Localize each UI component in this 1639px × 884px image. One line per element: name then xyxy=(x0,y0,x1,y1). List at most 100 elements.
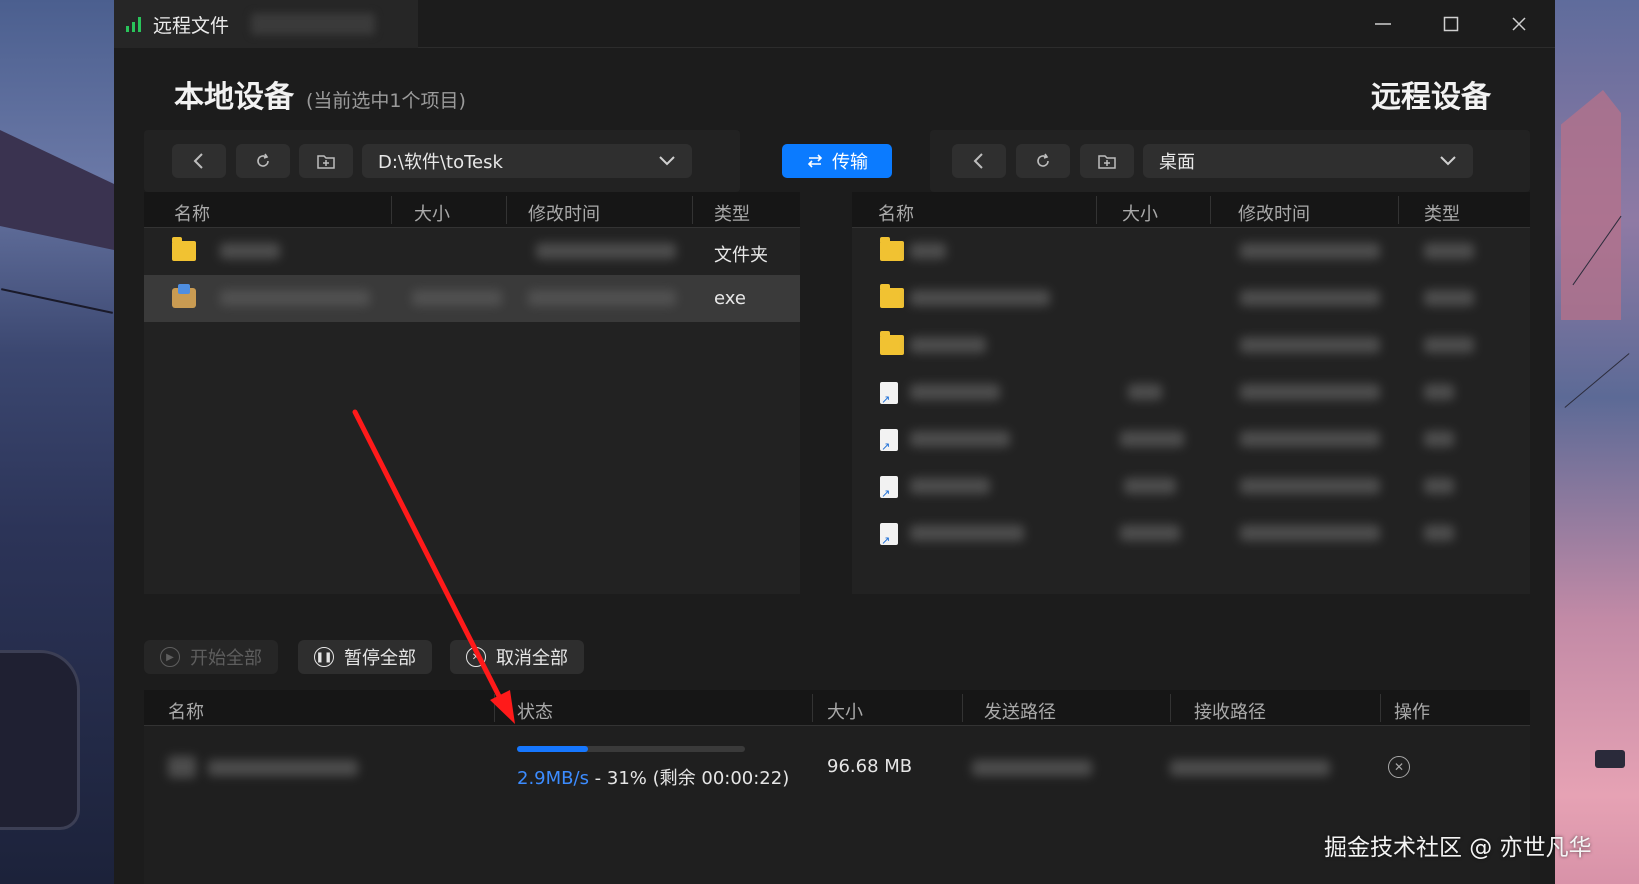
shortcut-icon xyxy=(880,523,898,547)
remote-back-button[interactable] xyxy=(952,144,1006,178)
remote-table-header: 名称 大小 修改时间 类型 xyxy=(852,192,1530,228)
transfer-row: 2.9MB/s - 31% (剩余 00:00:22) 96.68 MB ✕ xyxy=(144,726,1530,806)
redacted-type xyxy=(1424,384,1454,400)
file-row-selected[interactable]: exe xyxy=(144,275,800,322)
remote-file-window: 远程文件 本地设备 (当前选中1个项目) 远程设备 D:\软件\toTesk 传… xyxy=(114,0,1555,884)
chevron-down-icon xyxy=(659,156,675,166)
start-all-button[interactable]: ▶ 开始全部 xyxy=(144,640,278,674)
maximize-icon xyxy=(1443,16,1459,32)
file-row[interactable] xyxy=(852,275,1530,322)
redacted-filename xyxy=(910,478,990,494)
cancel-all-button[interactable]: ✕ 取消全部 xyxy=(450,640,584,674)
close-icon xyxy=(1512,17,1526,31)
wallpaper-building xyxy=(1561,90,1621,320)
wallpaper-car xyxy=(0,650,80,830)
redacted-receive-path xyxy=(1170,760,1330,776)
col-modified[interactable]: 修改时间 xyxy=(1238,200,1310,226)
wallpaper-streetlamp xyxy=(1595,750,1625,768)
transfer-button[interactable]: 传输 xyxy=(782,144,892,178)
queue-table-header: 名称 状态 大小 发送路径 接收路径 操作 xyxy=(144,690,1530,726)
col-modified[interactable]: 修改时间 xyxy=(528,200,600,226)
window-title: 远程文件 xyxy=(153,14,230,37)
chevron-down-icon xyxy=(1440,156,1456,166)
col-size[interactable]: 大小 xyxy=(414,200,450,226)
new-folder-icon xyxy=(1098,155,1116,169)
redacted-modified xyxy=(528,290,676,306)
redacted-size xyxy=(1120,431,1184,447)
cancel-transfer-icon[interactable]: ✕ xyxy=(1388,756,1410,778)
start-all-label: 开始全部 xyxy=(190,648,262,669)
redacted-modified xyxy=(1240,431,1380,447)
col-name[interactable]: 名称 xyxy=(878,200,914,226)
remote-path-value: 桌面 xyxy=(1159,152,1195,173)
local-file-list: 名称 大小 修改时间 类型 文件夹 exe xyxy=(144,192,800,594)
transfer-button-label: 传输 xyxy=(832,152,868,173)
col-size: 大小 xyxy=(827,702,863,723)
redacted-modified xyxy=(1240,243,1380,259)
remote-refresh-button[interactable] xyxy=(1016,144,1070,178)
redacted-size xyxy=(412,290,502,306)
redacted-filename xyxy=(910,525,1024,541)
play-icon: ▶ xyxy=(160,647,180,667)
col-size[interactable]: 大小 xyxy=(1122,200,1158,226)
col-send-path: 发送路径 xyxy=(984,702,1056,723)
wallpaper-roof xyxy=(0,130,114,250)
redacted-filename xyxy=(220,290,370,306)
redacted-modified xyxy=(1240,384,1380,400)
minimize-button[interactable] xyxy=(1368,10,1398,38)
redacted-modified xyxy=(1240,478,1380,494)
col-status: 状态 xyxy=(517,702,553,723)
file-type: exe xyxy=(714,288,746,309)
window-tab[interactable]: 远程文件 xyxy=(114,0,418,48)
redacted-filename xyxy=(910,337,986,353)
local-back-button[interactable] xyxy=(172,144,226,178)
redacted-type xyxy=(1424,525,1454,541)
remote-path-select[interactable]: 桌面 xyxy=(1143,144,1473,178)
file-row[interactable]: 文件夹 xyxy=(144,228,800,275)
remote-new-folder-button[interactable] xyxy=(1080,144,1134,178)
local-toolbar: D:\软件\toTesk xyxy=(144,130,740,192)
shortcut-icon xyxy=(880,476,898,500)
col-type[interactable]: 类型 xyxy=(714,200,750,226)
col-type[interactable]: 类型 xyxy=(1424,200,1460,226)
local-path-select[interactable]: D:\软件\toTesk xyxy=(362,144,692,178)
chevron-left-icon xyxy=(973,153,983,169)
chevron-left-icon xyxy=(193,153,203,169)
local-new-folder-button[interactable] xyxy=(299,144,353,178)
redacted-type xyxy=(1424,478,1454,494)
file-row[interactable] xyxy=(852,322,1530,369)
file-type: 文件夹 xyxy=(714,245,768,266)
folder-icon xyxy=(880,331,904,355)
transfer-speed: 2.9MB/s xyxy=(517,768,589,789)
pause-icon: ❚❚ xyxy=(314,647,334,667)
redacted-filename xyxy=(910,431,1010,447)
file-row[interactable] xyxy=(852,416,1530,463)
close-button[interactable] xyxy=(1504,10,1534,38)
redacted-device-name xyxy=(251,13,376,35)
local-device-heading: 本地设备 xyxy=(174,80,294,115)
remote-toolbar: 桌面 xyxy=(930,130,1530,192)
col-name[interactable]: 名称 xyxy=(174,200,210,226)
redacted-modified xyxy=(1240,337,1380,353)
file-row[interactable] xyxy=(852,463,1530,510)
redacted-filename xyxy=(220,243,280,259)
redacted-filename xyxy=(910,290,1050,306)
redacted-filename xyxy=(208,760,358,776)
maximize-button[interactable] xyxy=(1436,10,1466,38)
file-row[interactable] xyxy=(852,510,1530,557)
redacted-type xyxy=(1424,243,1474,259)
cancel-circle-icon: ✕ xyxy=(466,647,486,667)
transfer-progress-fill xyxy=(517,746,588,752)
transfer-progress-bar xyxy=(517,746,745,752)
file-row[interactable] xyxy=(852,369,1530,416)
redacted-modified xyxy=(536,243,676,259)
file-row[interactable] xyxy=(852,228,1530,275)
redacted-type xyxy=(1424,431,1454,447)
redacted-file-icon xyxy=(168,756,196,778)
local-table-header: 名称 大小 修改时间 类型 xyxy=(144,192,800,228)
transfer-queue: 名称 状态 大小 发送路径 接收路径 操作 2.9MB/s - 31% (剩余 … xyxy=(144,690,1530,884)
transfer-status: 2.9MB/s - 31% (剩余 00:00:22) xyxy=(517,764,789,790)
wallpaper-wire xyxy=(1564,353,1630,408)
local-refresh-button[interactable] xyxy=(236,144,290,178)
pause-all-button[interactable]: ❚❚ 暂停全部 xyxy=(298,640,432,674)
